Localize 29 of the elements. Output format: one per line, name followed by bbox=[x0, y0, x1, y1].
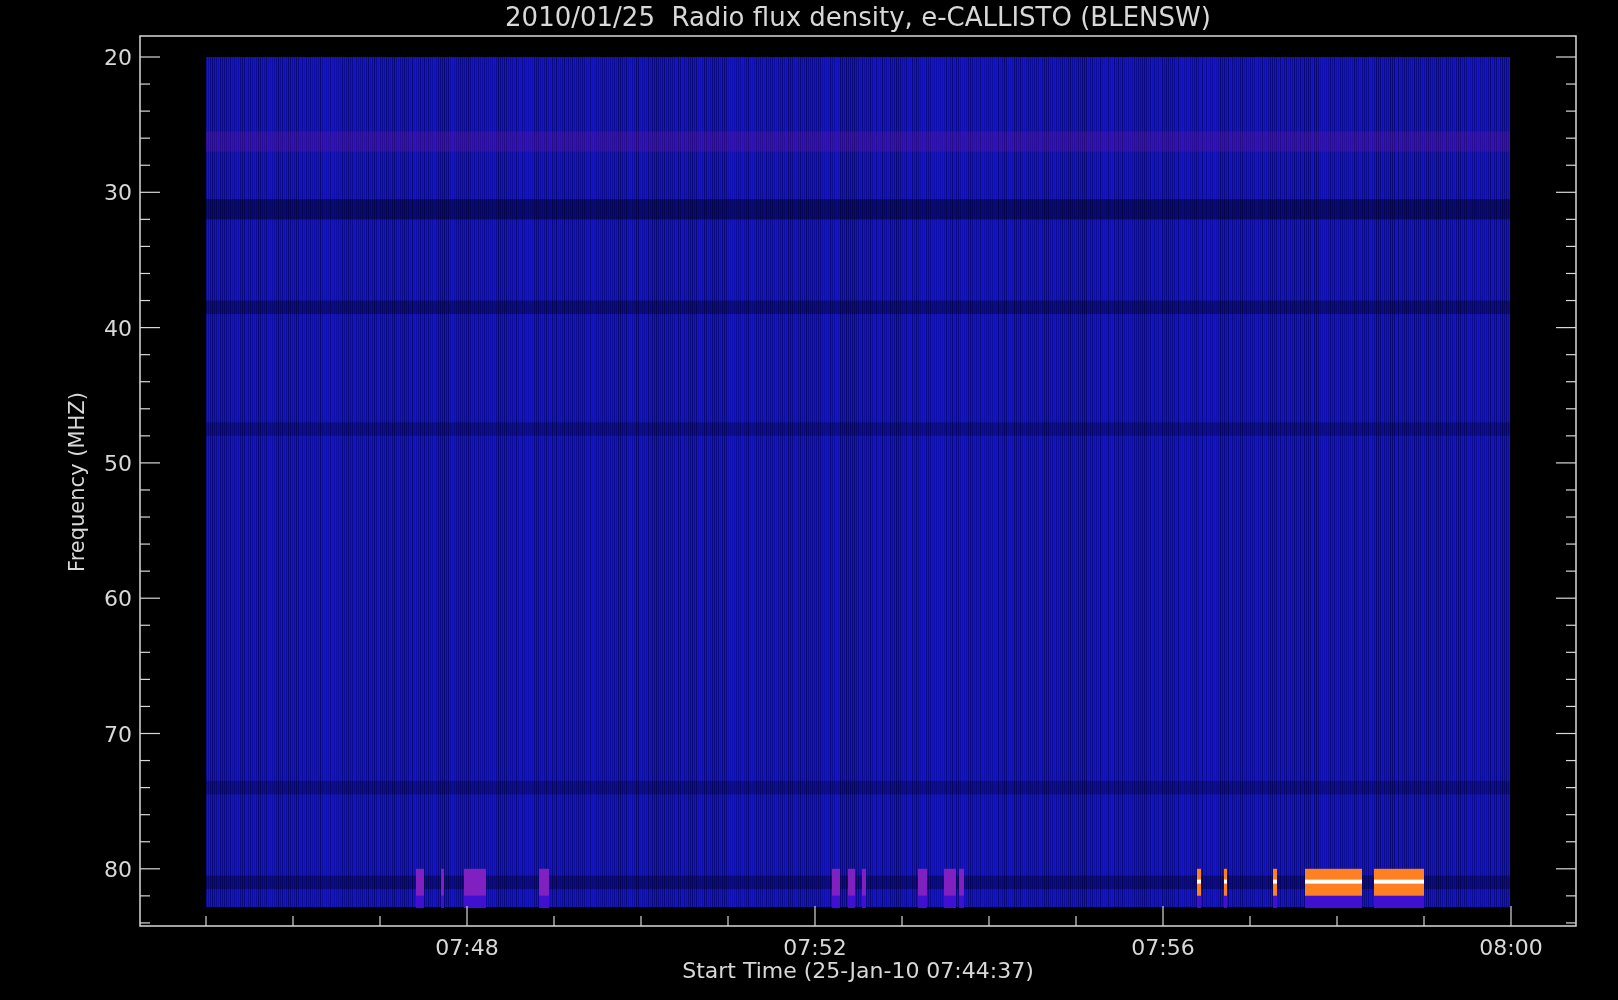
y-tick-label: 80 bbox=[104, 856, 132, 882]
radio-burst bbox=[539, 868, 549, 909]
radio-burst bbox=[848, 868, 855, 909]
x-tick-label: 07:52 bbox=[783, 935, 847, 960]
y-tick-label: 20 bbox=[104, 45, 132, 70]
x-tick-label: 07:48 bbox=[435, 935, 499, 960]
chart-title: 2010/01/25 Radio flux density, e-CALLISTO (BLENSW) bbox=[505, 2, 1211, 32]
radio-burst bbox=[1224, 868, 1227, 909]
x-tick-label: 07:56 bbox=[1131, 935, 1195, 960]
y-tick-label: 70 bbox=[104, 721, 132, 747]
y-tick-label: 30 bbox=[104, 180, 132, 206]
radio-burst bbox=[1273, 868, 1277, 909]
radio-burst bbox=[1305, 868, 1362, 909]
radio-burst bbox=[1374, 868, 1424, 909]
y-tick-label: 40 bbox=[104, 315, 132, 341]
radio-burst bbox=[1197, 868, 1201, 909]
y-axis-label: Frequency (MHZ) bbox=[65, 392, 89, 572]
radio-burst bbox=[959, 868, 964, 909]
radio-burst bbox=[464, 868, 486, 909]
y-tick-label: 50 bbox=[104, 450, 132, 476]
radio-burst bbox=[416, 868, 424, 909]
radio-burst bbox=[918, 868, 927, 909]
radio-burst bbox=[441, 868, 444, 909]
radio-burst bbox=[862, 868, 866, 909]
x-axis-label: Start Time (25-Jan-10 07:44:37) bbox=[682, 958, 1034, 983]
radio-burst bbox=[832, 868, 840, 909]
radio-burst bbox=[944, 868, 956, 909]
x-tick-label: 08:00 bbox=[1479, 935, 1543, 960]
y-tick-label: 60 bbox=[104, 586, 132, 612]
